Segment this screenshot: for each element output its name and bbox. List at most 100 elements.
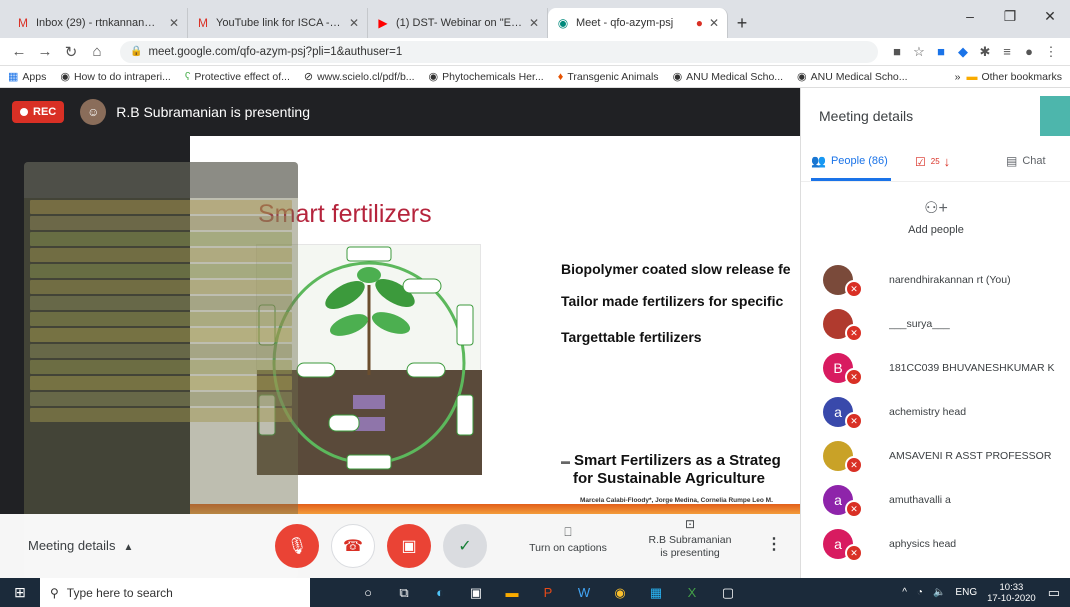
back-icon[interactable]: ← [8, 41, 30, 63]
participant-name: narendhirakannan rt (You) [889, 274, 1011, 286]
participant-name: AMSAVENI R ASST PROFESSOR [889, 450, 1052, 462]
close-icon[interactable]: ✕ [349, 16, 359, 30]
panel-close-button[interactable] [1040, 96, 1070, 136]
profile-avatar-icon[interactable]: ● [1018, 41, 1040, 63]
bookmark-other[interactable]: ▬ Other bookmarks [966, 71, 1062, 83]
store-icon[interactable]: ▣ [458, 578, 494, 607]
muted-mic-icon: ✕ [845, 456, 863, 474]
participant-name: 181CC039 BHUVANESHKUMAR K [889, 362, 1055, 374]
star-icon[interactable]: ☆ [908, 41, 930, 63]
tab-title: Meet - qfo-azym-psj [576, 17, 674, 29]
participant-list: ✕ narendhirakannan rt (You) ✕ ___surya__… [801, 258, 1070, 566]
forward-icon[interactable]: → [34, 41, 56, 63]
globe-icon: ◉ [672, 71, 683, 83]
participant-row[interactable]: ✕ AMSAVENI R ASST PROFESSOR [801, 434, 1070, 478]
add-people-button[interactable]: ⚇+ Add people [801, 198, 1070, 236]
clock[interactable]: 10:33 17-10-2020 [987, 582, 1036, 604]
windows-start-icon[interactable]: ⊞ [0, 578, 40, 607]
reload-icon[interactable]: ↻ [60, 41, 82, 63]
bookmark-item[interactable]: ʕ Protective effect of... [185, 71, 290, 83]
network-icon[interactable]: ◔ [917, 587, 923, 598]
tab-attendance-extension[interactable]: ☑ 25 ↓ [915, 154, 950, 169]
participant-row[interactable]: a ✕ achemistry head [801, 390, 1070, 434]
browser-tab-inbox[interactable]: M Inbox (29) - rtnkannan@gmail.co ✕ [8, 8, 188, 38]
gmail-icon: M [18, 16, 28, 30]
minimize-icon[interactable]: – [950, 0, 990, 32]
powerpoint-icon[interactable]: P [530, 578, 566, 607]
muted-mic-icon: ✕ [845, 324, 863, 342]
edge-icon[interactable]: ◐ [422, 578, 458, 607]
mic-off-icon: 🎙 [286, 538, 308, 555]
taskbar-search-input[interactable]: ⚲ Type here to search [40, 578, 310, 607]
bookmark-item[interactable]: ⊘ www.scielo.cl/pdf/b... [304, 70, 415, 84]
overlay-row [30, 312, 292, 326]
bookmark-apps[interactable]: ▦ Apps [8, 70, 46, 84]
reading-list-icon[interactable]: ≡ [996, 41, 1018, 63]
folder-icon: ▬ [966, 70, 978, 83]
close-icon[interactable]: ✕ [169, 16, 179, 30]
word-icon[interactable]: W [566, 578, 602, 607]
participant-row[interactable]: B ✕ 181CC039 BHUVANESHKUMAR K [801, 346, 1070, 390]
present-now-button[interactable]: ⊡ R.B Subramanian is presenting [640, 518, 740, 560]
bookmark-item[interactable]: ◉ ANU Medical Scho... [797, 70, 907, 84]
participant-row[interactable]: a ✕ aphysics head [801, 522, 1070, 566]
extension-icon[interactable]: ◆ [952, 41, 974, 63]
cortana-icon[interactable]: ○ [350, 578, 386, 607]
microphone-off-button[interactable]: 🎙 [275, 524, 319, 568]
meet-stage: REC ☺ R.B Subramanian is presenting Smar… [0, 88, 800, 578]
bookmark-item[interactable]: ♦ Transgenic Animals [558, 71, 659, 83]
tab-people[interactable]: 👥 People (86) [811, 154, 888, 168]
overlay-row [30, 360, 292, 374]
bookmark-item[interactable]: ◉ Phytochemicals Her... [429, 70, 544, 84]
url-input[interactable]: 🔒 meet.google.com/qfo-azym-psj?pli=1&aut… [120, 40, 878, 63]
browser-tab-webinar[interactable]: ▶ (1) DST- Webinar on "Exploratio ✕ [368, 8, 548, 38]
notification-icon[interactable]: ▭ [1048, 585, 1060, 601]
captions-icon: ⎕ [564, 525, 572, 539]
checkmark-icon: ✓ [458, 538, 472, 555]
close-icon[interactable]: ✕ [529, 16, 539, 30]
participant-row[interactable]: ✕ ___surya___ [801, 302, 1070, 346]
browser-tab-youtube-link[interactable]: M YouTube link for ISCA - DST - Go ✕ [188, 8, 368, 38]
close-window-icon[interactable]: ✕ [1030, 0, 1070, 32]
more-options-icon[interactable]: ⋮ [766, 534, 782, 554]
new-tab-button[interactable]: + [728, 8, 756, 38]
volume-icon[interactable]: 🔈 [933, 587, 945, 598]
app-icon[interactable]: ▦ [638, 578, 674, 607]
browser-tab-meet[interactable]: ◉ Meet - qfo-azym-psj ● ✕ [548, 8, 728, 38]
overlay-row [30, 280, 292, 294]
bookmark-overflow[interactable]: » [955, 71, 961, 83]
participant-name: achemistry head [889, 406, 967, 418]
bookmark-item[interactable]: ◉ How to do intraperi... [60, 70, 171, 84]
camera-off-button[interactable]: ▣ [387, 524, 431, 568]
task-view-icon[interactable]: ⧉ [386, 578, 422, 607]
puzzle-icon[interactable]: ✱ [974, 41, 996, 63]
window-controls: – ❐ ✕ [950, 0, 1070, 32]
extension-icon[interactable]: ■ [930, 41, 952, 63]
camera-icon[interactable]: ■ [886, 41, 908, 63]
language-indicator[interactable]: ENG [955, 587, 977, 598]
leave-call-button[interactable]: ☎ [331, 524, 375, 568]
confirm-button[interactable]: ✓ [443, 524, 487, 568]
system-tray: ^ ◔ 🔈 ENG 10:33 17-10-2020 ▭ [902, 578, 1070, 607]
home-icon[interactable]: ⌂ [86, 41, 108, 63]
tab-title: YouTube link for ISCA - DST - Go [216, 17, 343, 29]
tab-chat[interactable]: ▤ Chat [1006, 154, 1046, 168]
chevron-up-icon[interactable]: ^ [902, 587, 907, 598]
menu-icon[interactable]: ⋮ [1040, 41, 1062, 63]
bookmark-item[interactable]: ◉ ANU Medical Scho... [672, 70, 783, 84]
chrome-icon[interactable]: ◉ [602, 578, 638, 607]
participant-row[interactable]: ✕ narendhirakannan rt (You) [801, 258, 1070, 302]
apps-icon: ▦ [8, 71, 19, 83]
maximize-icon[interactable]: ❐ [990, 0, 1030, 32]
overlay-row [30, 200, 292, 214]
chevron-right-icon: » [954, 70, 961, 83]
explorer-icon[interactable]: ▬ [494, 578, 530, 607]
app-icon[interactable]: ▢ [710, 578, 746, 607]
participant-row[interactable]: a ✕ amuthavalli a [801, 478, 1070, 522]
captions-button[interactable]: ⎕ Turn on captions [520, 526, 616, 555]
close-icon[interactable]: ✕ [709, 16, 719, 30]
active-tab-indicator [811, 178, 891, 181]
overlay-toolbar [24, 162, 298, 198]
meeting-details-toggle[interactable]: Meeting details ▲ [28, 538, 133, 553]
excel-icon[interactable]: X [674, 578, 710, 607]
